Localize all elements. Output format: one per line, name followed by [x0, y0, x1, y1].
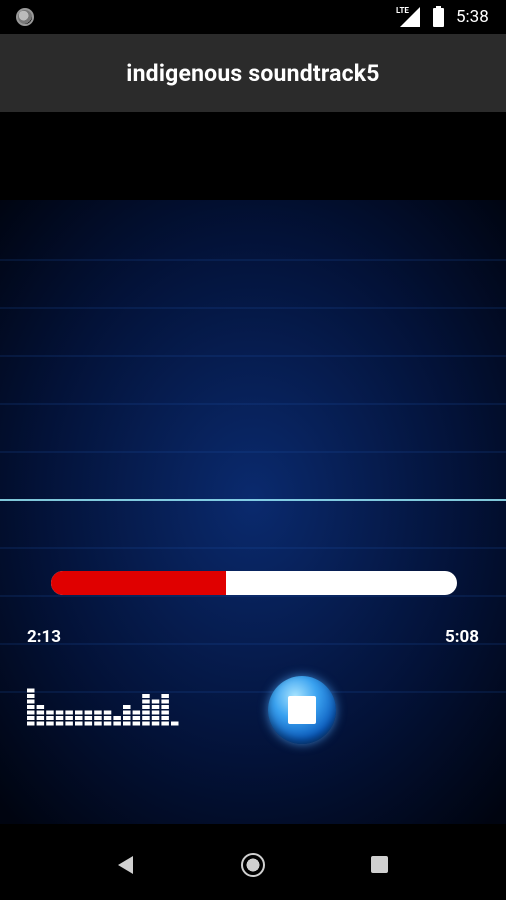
equalizer-segment: [46, 710, 54, 715]
equalizer-segment: [132, 716, 141, 720]
current-time: 2:13: [27, 627, 62, 647]
waveform-background: [0, 200, 506, 824]
equalizer-segment: [55, 721, 64, 726]
battery-icon: [433, 6, 444, 27]
equalizer-segment: [36, 721, 45, 726]
equalizer-segment: [132, 710, 141, 715]
equalizer-segment: [27, 688, 35, 693]
equalizer-segment: [123, 716, 131, 720]
equalizer-segment: [94, 710, 102, 715]
equalizer-segment: [142, 721, 150, 726]
equalizer-segment: [94, 721, 102, 726]
equalizer-segment: [84, 721, 93, 726]
equalizer-segment: [75, 710, 83, 715]
equalizer-segment: [142, 694, 150, 698]
equalizer-segment: [161, 705, 169, 709]
equalizer-segment: [103, 721, 112, 726]
equalizer-segment: [75, 716, 83, 720]
equalizer-segment: [161, 694, 169, 698]
equalizer-segment: [151, 721, 160, 726]
equalizer-segment: [27, 694, 35, 698]
equalizer-segment: [171, 721, 179, 726]
equalizer-segment: [27, 716, 35, 720]
equalizer-segment: [142, 699, 150, 704]
home-icon[interactable]: [241, 853, 265, 877]
status-bar: LTE 5:38: [0, 0, 506, 34]
equalizer-segment: [27, 710, 35, 715]
equalizer-segment: [113, 721, 121, 726]
equalizer-segment: [161, 710, 169, 715]
recent-apps-icon[interactable]: [371, 856, 388, 873]
circle-notification-icon: [16, 8, 34, 26]
stop-button[interactable]: [268, 676, 336, 744]
equalizer-segment: [151, 699, 160, 704]
equalizer-segment: [142, 716, 150, 720]
app-bar: indigenous soundtrack5: [0, 34, 506, 112]
equalizer-segment: [75, 721, 83, 726]
equalizer-segment: [142, 705, 150, 709]
total-time: 5:08: [444, 627, 479, 647]
equalizer-segment: [123, 710, 131, 715]
page-title: indigenous soundtrack5: [126, 59, 380, 87]
equalizer-segment: [113, 716, 121, 720]
equalizer-segment: [55, 716, 64, 720]
stop-icon: [288, 696, 316, 724]
equalizer-segment: [65, 716, 73, 720]
equalizer-segment: [123, 721, 131, 726]
equalizer-segment: [103, 710, 112, 715]
player-area: 2:13 5:08: [0, 112, 506, 824]
seek-bar[interactable]: [51, 571, 457, 595]
equalizer-segment: [94, 716, 102, 720]
equalizer-segment: [84, 710, 93, 715]
equalizer-segment: [36, 710, 45, 715]
equalizer-segment: [103, 716, 112, 720]
equalizer-segment: [36, 705, 45, 709]
seek-bar-progress: [51, 571, 226, 595]
equalizer-segment: [151, 716, 160, 720]
equalizer-segment: [132, 721, 141, 726]
equalizer-segment: [65, 710, 73, 715]
equalizer-segment: [123, 705, 131, 709]
equalizer-segment: [65, 721, 73, 726]
equalizer-icon: [27, 688, 179, 726]
equalizer-segment: [27, 705, 35, 709]
equalizer-segment: [151, 710, 160, 715]
equalizer-segment: [161, 716, 169, 720]
equalizer-segment: [142, 710, 150, 715]
navigation-bar: [0, 824, 506, 900]
equalizer-segment: [151, 705, 160, 709]
equalizer-segment: [36, 716, 45, 720]
equalizer-segment: [161, 721, 169, 726]
equalizer-segment: [84, 716, 93, 720]
waveform-glow: [0, 200, 506, 824]
signal-icon: [400, 7, 420, 27]
equalizer-segment: [46, 721, 54, 726]
equalizer-segment: [46, 716, 54, 720]
status-time: 5:38: [456, 7, 489, 27]
equalizer-segment: [27, 721, 35, 726]
equalizer-segment: [161, 699, 169, 704]
back-icon[interactable]: [118, 856, 133, 874]
equalizer-segment: [55, 710, 64, 715]
equalizer-segment: [27, 699, 35, 704]
